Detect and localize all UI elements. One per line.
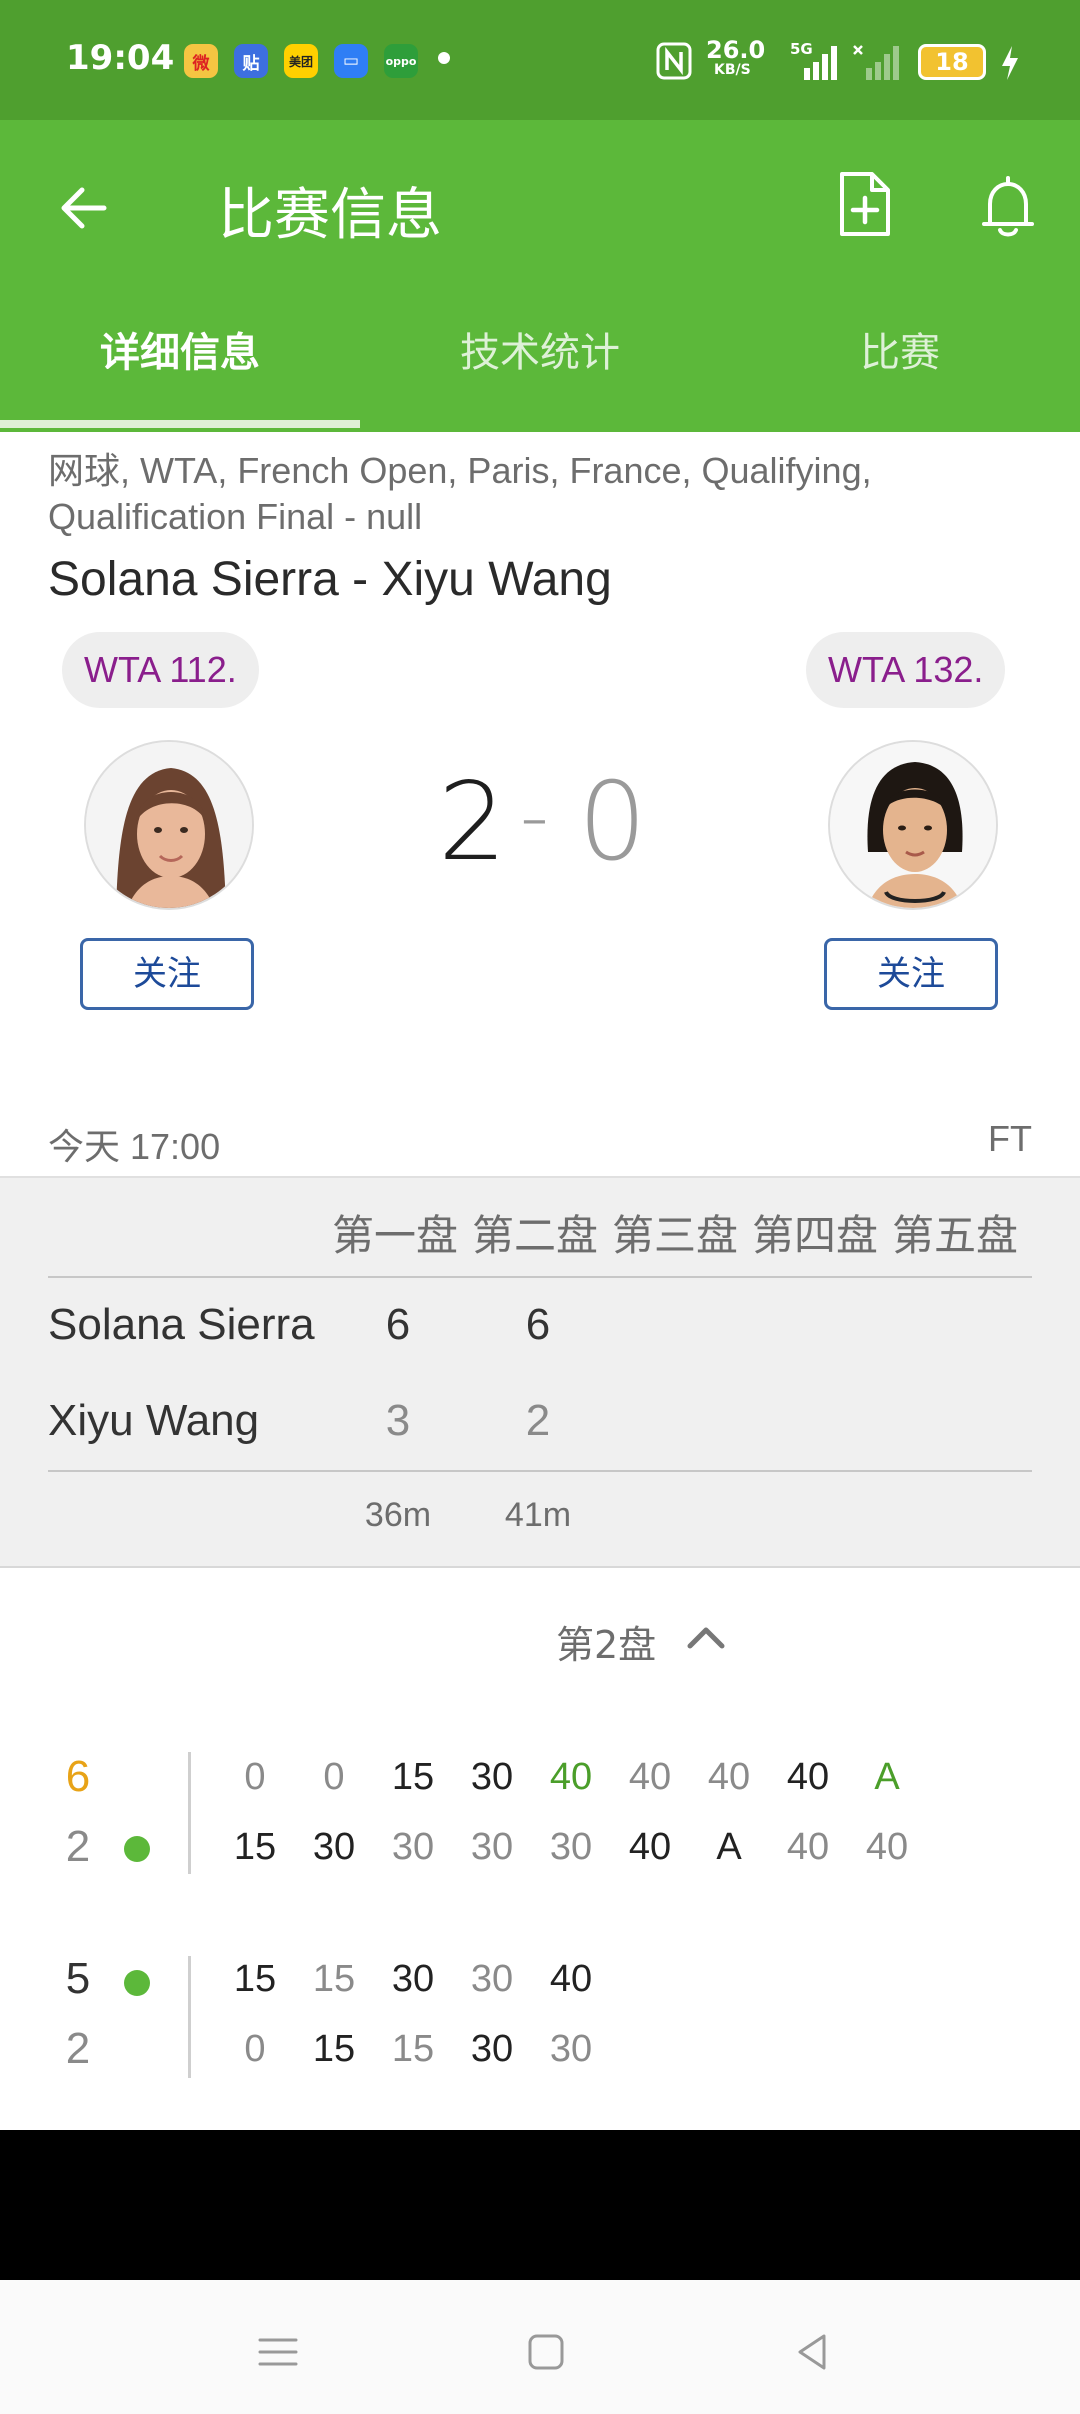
game-score-top: 5 bbox=[65, 1954, 91, 2003]
home-player-avatar[interactable] bbox=[84, 740, 254, 910]
more-notifications-dot bbox=[438, 52, 450, 64]
tieba-icon: 贴 bbox=[234, 44, 268, 78]
point-score: 30 bbox=[549, 2028, 593, 2070]
set-selector-label[interactable]: 第2盘 bbox=[556, 1614, 656, 1669]
point-score: 15 bbox=[233, 1826, 277, 1868]
tab-statistics[interactable]: 技术统计 bbox=[360, 320, 720, 378]
point-score: 40 bbox=[786, 1826, 830, 1868]
set-header: 第四盘 bbox=[752, 1211, 879, 1260]
oppo-icon: oppo bbox=[384, 44, 418, 78]
point-score: 40 bbox=[549, 1756, 593, 1798]
set-score: 3 bbox=[385, 1396, 411, 1445]
player-name: Xiyu Wang bbox=[48, 1396, 260, 1445]
away-sets-score: 0 bbox=[578, 760, 647, 885]
point-score: 15 bbox=[312, 2028, 356, 2070]
game-score-bottom: 2 bbox=[65, 2024, 91, 2073]
back-icon[interactable] bbox=[782, 2322, 842, 2382]
divider bbox=[48, 1470, 1032, 1472]
net-unit: KB/S bbox=[714, 62, 751, 78]
point-score: 30 bbox=[470, 1826, 514, 1868]
point-score: 40 bbox=[628, 1826, 672, 1868]
set-header: 第五盘 bbox=[892, 1211, 1019, 1260]
point-score: 0 bbox=[323, 1756, 345, 1798]
match-status: FT bbox=[988, 1118, 1032, 1159]
menu-icon[interactable] bbox=[248, 2322, 308, 2382]
page-title: 比赛信息 bbox=[218, 183, 442, 248]
away-player-avatar[interactable] bbox=[828, 740, 998, 910]
point-score: 40 bbox=[707, 1756, 751, 1798]
tab-match[interactable]: 比赛 bbox=[720, 320, 1080, 378]
point-score: 15 bbox=[233, 1958, 277, 2000]
tab-details[interactable]: 详细信息 bbox=[0, 320, 360, 378]
chevron-up-icon[interactable] bbox=[684, 1622, 728, 1652]
app-bar: 比赛信息 详细信息 技术统计 比赛 bbox=[0, 120, 1080, 432]
serve-indicator bbox=[124, 1836, 150, 1862]
point-score: A bbox=[716, 1826, 742, 1868]
divider bbox=[188, 1752, 191, 1874]
set-score: 2 bbox=[525, 1396, 551, 1445]
net-speed: 26.0 bbox=[706, 36, 766, 64]
messages-icon: ▭ bbox=[334, 44, 368, 78]
match-date: 今天 17:00 bbox=[48, 1126, 221, 1167]
ad-area bbox=[0, 2130, 1080, 2280]
serve-indicator bbox=[124, 1970, 150, 1996]
point-score: 30 bbox=[470, 1958, 514, 2000]
divider bbox=[48, 1276, 1032, 1278]
set-score: 6 bbox=[525, 1300, 551, 1349]
bell-icon[interactable] bbox=[976, 172, 1040, 242]
divider bbox=[188, 1956, 191, 2078]
point-score: 15 bbox=[391, 1756, 435, 1798]
point-score: 40 bbox=[628, 1756, 672, 1798]
set-score: 6 bbox=[385, 1300, 411, 1349]
home-icon[interactable] bbox=[516, 2322, 576, 2382]
point-score: 30 bbox=[391, 1826, 435, 1868]
charging-icon bbox=[1002, 46, 1018, 80]
signal-icon bbox=[804, 46, 837, 80]
point-score: 30 bbox=[470, 2028, 514, 2070]
competition-info: 网球, WTA, French Open, Paris, France, Qua… bbox=[48, 450, 872, 537]
point-score: 40 bbox=[865, 1826, 909, 1868]
point-score: 0 bbox=[244, 2028, 266, 2070]
point-score: 40 bbox=[786, 1756, 830, 1798]
match-title: Solana Sierra - Xiyu Wang bbox=[48, 553, 612, 606]
back-arrow-icon[interactable] bbox=[52, 176, 116, 240]
point-score: 30 bbox=[391, 1958, 435, 2000]
clock: 19:04 bbox=[66, 38, 175, 78]
home-sets-score: 2 bbox=[438, 760, 507, 885]
player-name: Solana Sierra bbox=[48, 1300, 315, 1349]
weibo-icon: 微 bbox=[184, 44, 218, 78]
point-score: 30 bbox=[549, 1826, 593, 1868]
score-separator: - bbox=[520, 770, 549, 863]
status-bar: 19:04 微 贴 美团 ▭ oppo 26.0 KB/S 5G 18 bbox=[0, 0, 1080, 120]
follow-away-button[interactable]: 关注 bbox=[824, 938, 998, 1010]
battery-level: 18 bbox=[935, 48, 969, 76]
away-rank-badge: WTA 132. bbox=[806, 632, 1006, 708]
set-score-table: 第一盘 第二盘 第三盘 第四盘 第五盘 Solana Sierra 6 6 Xi… bbox=[0, 1176, 1080, 1568]
set-duration: 36m bbox=[364, 1496, 432, 1534]
set-header: 第一盘 bbox=[332, 1211, 459, 1260]
game-score-bottom: 2 bbox=[65, 1822, 91, 1871]
point-score: 40 bbox=[549, 1958, 593, 2000]
game-score-top: 6 bbox=[65, 1752, 91, 1801]
set-header: 第二盘 bbox=[472, 1211, 599, 1260]
signal-2-icon bbox=[853, 45, 899, 80]
point-score: 0 bbox=[244, 1756, 266, 1798]
point-score: 30 bbox=[470, 1756, 514, 1798]
set-header: 第三盘 bbox=[612, 1211, 739, 1260]
point-score: 15 bbox=[312, 1958, 356, 2000]
add-note-icon[interactable] bbox=[832, 170, 896, 240]
system-nav-bar bbox=[0, 2280, 1080, 2414]
set-duration: 41m bbox=[504, 1496, 572, 1534]
point-score: A bbox=[874, 1756, 900, 1798]
nfc-icon bbox=[656, 42, 692, 80]
active-tab-indicator bbox=[0, 420, 360, 428]
follow-home-button[interactable]: 关注 bbox=[80, 938, 254, 1010]
battery-icon: 18 bbox=[918, 44, 986, 80]
point-score: 30 bbox=[312, 1826, 356, 1868]
point-score: 15 bbox=[391, 2028, 435, 2070]
home-rank-badge: WTA 112. bbox=[62, 632, 259, 708]
meituan-icon: 美团 bbox=[284, 44, 318, 78]
